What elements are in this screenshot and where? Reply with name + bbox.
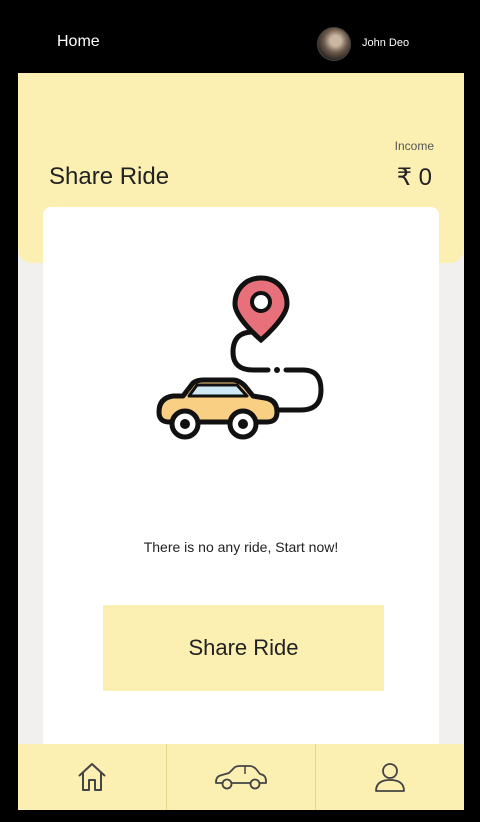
app-screen: Share Ride Income ₹ 0 There is no any ri…	[18, 73, 464, 810]
income-label: Income	[394, 139, 434, 153]
home-icon	[78, 763, 106, 791]
user-name[interactable]: John Deo	[362, 37, 409, 49]
nav-item-profile[interactable]	[316, 744, 464, 810]
car-icon	[215, 765, 267, 790]
income-value: ₹ 0	[396, 164, 432, 191]
bottom-nav	[18, 744, 464, 810]
empty-state-message: There is no any ride, Start now!	[143, 539, 339, 555]
top-bar: Home John Deo	[0, 0, 480, 73]
section-title: Share Ride	[49, 163, 170, 190]
page-title: Home	[57, 33, 100, 50]
nav-item-home[interactable]	[18, 744, 167, 810]
avatar[interactable]	[317, 27, 351, 61]
empty-state-card: There is no any ride, Start now! Share R…	[43, 207, 439, 767]
user-icon	[375, 763, 405, 792]
ride-route-illustration	[156, 275, 324, 440]
share-ride-button[interactable]: Share Ride	[103, 605, 384, 691]
nav-item-rides[interactable]	[167, 744, 316, 810]
